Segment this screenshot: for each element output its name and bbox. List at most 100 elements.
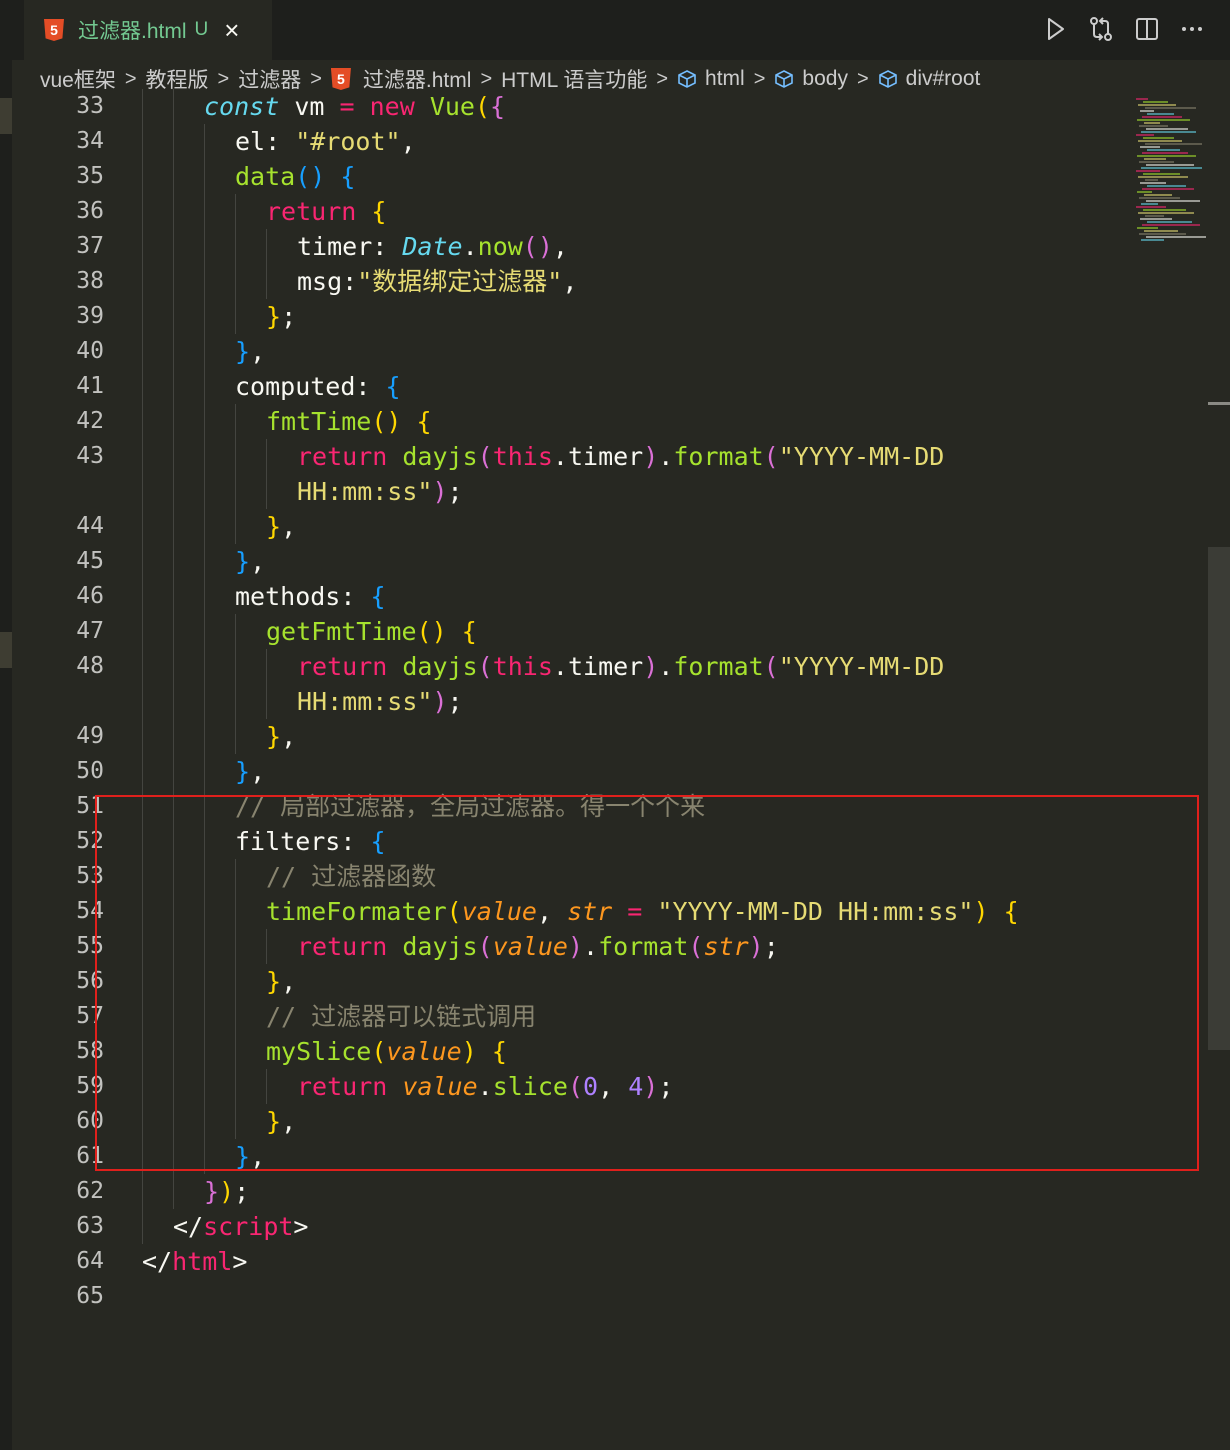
indent-guide — [173, 509, 174, 544]
indent-guide — [266, 929, 267, 964]
code-line[interactable]: return dayjs(this.timer).format("YYYY-MM… — [297, 439, 944, 474]
minimap-line — [1140, 110, 1154, 112]
code-line[interactable]: methods: { — [235, 579, 386, 614]
line-number: 39 — [76, 303, 104, 329]
code-token: ; — [281, 302, 297, 331]
indent-guide — [204, 684, 205, 719]
indent-guide — [204, 544, 205, 579]
indent-guide — [266, 439, 267, 474]
indent-guide — [142, 1174, 143, 1209]
code-line[interactable]: data() { — [235, 159, 355, 194]
code-line[interactable]: }, — [266, 964, 296, 999]
breadcrumb-item-div-root[interactable]: div#root — [878, 67, 980, 91]
indent-guide — [204, 334, 205, 369]
minimap-line — [1138, 140, 1182, 142]
indent-guide — [235, 929, 236, 964]
code-line[interactable]: return value.slice(0, 4); — [297, 1069, 673, 1104]
minimap-line — [1144, 230, 1178, 232]
code-line[interactable]: }; — [266, 299, 296, 334]
code-token: } — [235, 757, 251, 786]
code-token: , — [552, 232, 568, 261]
code-line[interactable]: return dayjs(this.timer).format("YYYY-MM… — [297, 649, 944, 684]
minimap-line — [1139, 125, 1168, 127]
line-number: 59 — [76, 1073, 104, 1099]
code-line[interactable]: getFmtTime() { — [266, 614, 477, 649]
code-line[interactable]: return dayjs(value).format(str); — [297, 929, 779, 964]
code-line[interactable]: HH:mm:ss"); — [297, 474, 463, 509]
code-line[interactable]: }, — [266, 1104, 296, 1139]
indent-guide — [235, 649, 236, 684]
breadcrumb-item-body[interactable]: body — [774, 67, 848, 91]
code-token: dayjs — [402, 652, 478, 681]
code-editor[interactable]: 33 34 35 36 37 38 39 40 41 42 43 44 45 46 47 48 49 50 51 52… — [12, 89, 1230, 1450]
indent-guide — [204, 369, 205, 404]
indent-guide — [173, 194, 174, 229]
indent-guide — [142, 929, 143, 964]
code-line[interactable]: </script> — [173, 1209, 308, 1244]
breadcrumb-item-html[interactable]: html — [677, 67, 745, 91]
code-line[interactable]: // 局部过滤器，全局过滤器。得一个个来 — [235, 789, 705, 824]
code-line[interactable]: }, — [266, 509, 296, 544]
indent-guide — [173, 439, 174, 474]
indent-guide — [204, 509, 205, 544]
close-icon[interactable]: × — [224, 17, 239, 43]
code-line[interactable]: }, — [235, 544, 265, 579]
indent-guide — [266, 649, 267, 684]
scrollbar-thumb[interactable] — [1208, 547, 1230, 1050]
code-line[interactable]: </html> — [142, 1244, 247, 1279]
indent-guide — [173, 1174, 174, 1209]
indent-guide — [173, 894, 174, 929]
code-line[interactable]: computed: { — [235, 369, 401, 404]
code-line[interactable]: // 过滤器可以链式调用 — [266, 999, 536, 1034]
code-token: , — [562, 267, 578, 296]
code-token: ( — [371, 1037, 387, 1066]
code-token: , — [281, 512, 297, 541]
code-line[interactable]: }, — [235, 1139, 265, 1174]
code-line[interactable]: fmtTime() { — [266, 404, 432, 439]
more-icon[interactable] — [1177, 14, 1207, 44]
minimap-line — [1137, 227, 1158, 229]
indent-guide — [142, 719, 143, 754]
line-number: 58 — [76, 1038, 104, 1064]
indent-guide — [142, 194, 143, 229]
code-line[interactable]: timeFormater(value, str = "YYYY-MM-DD HH… — [266, 894, 1019, 929]
code-line[interactable]: const vm = new Vue({ — [204, 89, 505, 124]
line-number: 49 — [76, 723, 104, 749]
play-icon[interactable] — [1040, 14, 1070, 44]
line-number: 63 — [76, 1213, 104, 1239]
indent-guide — [235, 719, 236, 754]
chevron-right-icon: > — [480, 67, 493, 90]
code-token: slice — [492, 1072, 568, 1101]
code-token: dayjs — [402, 932, 478, 961]
code-token: script — [203, 1212, 294, 1241]
code-token: ; — [447, 687, 463, 716]
code-token: value — [461, 897, 537, 926]
line-number: 41 — [76, 373, 104, 399]
code-line[interactable]: return { — [266, 194, 386, 229]
indent-guide — [204, 159, 205, 194]
code-token: Vue — [429, 92, 475, 121]
split-editor-icon[interactable] — [1132, 14, 1162, 44]
indent-guide — [204, 1104, 205, 1139]
tab-file[interactable]: 5 过滤器.html U × — [24, 0, 272, 60]
code-line[interactable]: el: "#root", — [235, 124, 416, 159]
code-line[interactable]: msg:"数据绑定过滤器", — [297, 264, 577, 299]
code-line[interactable]: // 过滤器函数 — [266, 859, 436, 894]
minimap[interactable] — [1136, 98, 1208, 248]
indent-guide — [173, 929, 174, 964]
git-compare-icon[interactable] — [1086, 14, 1116, 44]
code-line[interactable]: filters: { — [235, 824, 386, 859]
code-line[interactable]: timer: Date.now(), — [297, 229, 568, 264]
breadcrumb-item-tutorial[interactable]: 教程版 — [146, 64, 209, 94]
code-line[interactable]: }, — [266, 719, 296, 754]
code-token: ) — [643, 442, 659, 471]
code-line[interactable]: }, — [235, 334, 265, 369]
code-line[interactable]: }); — [204, 1174, 249, 1209]
indent-guide — [266, 264, 267, 299]
html5-icon: 5 — [330, 68, 351, 90]
code-line[interactable]: HH:mm:ss"); — [297, 684, 463, 719]
breadcrumb-item-language-features[interactable]: HTML 语言功能 — [501, 64, 647, 94]
code-line[interactable]: mySlice(value) { — [266, 1034, 507, 1069]
code-line[interactable]: }, — [235, 754, 265, 789]
